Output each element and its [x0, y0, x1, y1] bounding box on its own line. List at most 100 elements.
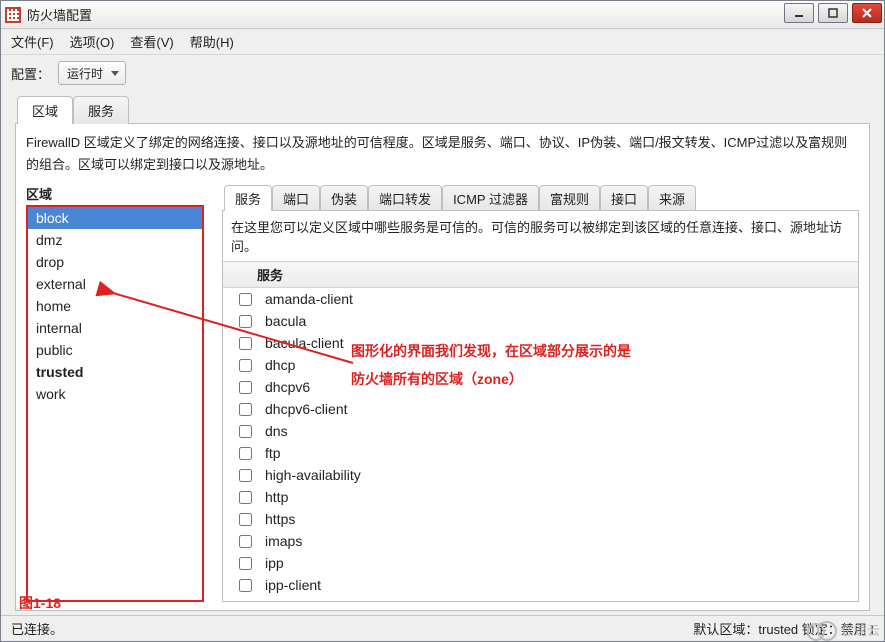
zone-item-drop[interactable]: drop [28, 251, 202, 273]
service-name: http [265, 489, 288, 505]
service-row: dhcpv6-client [223, 398, 858, 420]
cloud-icon [807, 621, 837, 639]
service-checkbox[interactable] [239, 469, 252, 482]
service-list[interactable]: amanda-client bacula bacula-client dhcp … [223, 288, 858, 601]
service-name: dns [265, 423, 288, 439]
inner-tab-masquerading[interactable]: 伪装 [320, 185, 368, 211]
inner-tab-services[interactable]: 服务 [224, 185, 272, 211]
service-row: ipsec [223, 596, 858, 601]
service-row: imaps [223, 530, 858, 552]
service-name: bacula [265, 313, 306, 329]
watermark-text: 亿速云 [841, 620, 880, 639]
service-name: ipp [265, 555, 284, 571]
service-name: dhcp [265, 357, 295, 373]
service-name: amanda-client [265, 291, 353, 307]
firewall-app-icon [5, 7, 21, 23]
service-row: amanda-client [223, 288, 858, 310]
panel-body: 区域 block dmz drop external home internal… [16, 184, 869, 610]
service-checkbox[interactable] [239, 535, 252, 548]
inner-tab-ports[interactable]: 端口 [272, 185, 320, 211]
inner-tab-port-forwarding[interactable]: 端口转发 [368, 185, 442, 211]
service-name: https [265, 511, 295, 527]
config-row: 配置： 运行时 [1, 55, 884, 87]
detail-column: 服务 端口 伪装 端口转发 ICMP 过滤器 富规则 接口 来源 在这里您可以定… [222, 184, 859, 602]
service-name: ipsec [265, 599, 298, 601]
window-frame: 防火墙配置 文件(F) 选项(O) 查看(V) 帮助(H) 配置： 运行时 区域 [0, 0, 885, 642]
service-row: bacula [223, 310, 858, 332]
main-panel: FirewallD 区域定义了绑定的网络连接、接口以及源地址的可信程度。区域是服… [15, 123, 870, 611]
service-checkbox[interactable] [239, 425, 252, 438]
service-header: 服务 [223, 261, 858, 288]
zone-heading: 区域 [26, 184, 204, 203]
service-row: http [223, 486, 858, 508]
service-row: high-availability [223, 464, 858, 486]
service-checkbox[interactable] [239, 315, 252, 328]
service-row: dns [223, 420, 858, 442]
zone-item-home[interactable]: home [28, 295, 202, 317]
service-checkbox[interactable] [239, 337, 252, 350]
window-controls [784, 3, 882, 23]
service-name: imaps [265, 533, 302, 549]
zone-item-dmz[interactable]: dmz [28, 229, 202, 251]
service-checkbox[interactable] [239, 381, 252, 394]
zone-item-external[interactable]: external [28, 273, 202, 295]
status-left: 已连接。 [11, 619, 63, 638]
service-row: ipp-client [223, 574, 858, 596]
service-checkbox[interactable] [239, 447, 252, 460]
zone-item-block[interactable]: block [28, 207, 202, 229]
service-row: ftp [223, 442, 858, 464]
tab-services[interactable]: 服务 [73, 96, 129, 124]
config-label: 配置： [11, 64, 50, 83]
statusbar: 已连接。 默认区域：trusted 锁定：禁用 I [1, 615, 884, 641]
service-row: ipp [223, 552, 858, 574]
service-row: dhcpv6 [223, 376, 858, 398]
titlebar: 防火墙配置 [1, 1, 884, 29]
service-name: high-availability [265, 467, 361, 483]
service-checkbox[interactable] [239, 491, 252, 504]
service-checkbox[interactable] [239, 557, 252, 570]
service-checkbox[interactable] [239, 513, 252, 526]
service-checkbox[interactable] [239, 359, 252, 372]
service-name: ftp [265, 445, 281, 461]
inner-tab-sources[interactable]: 来源 [648, 185, 696, 211]
window-title: 防火墙配置 [27, 5, 92, 24]
inner-tabs: 服务 端口 伪装 端口转发 ICMP 过滤器 富规则 接口 来源 [224, 184, 859, 210]
config-value: 运行时 [67, 65, 103, 82]
maximize-button[interactable] [818, 3, 848, 23]
minimize-button[interactable] [784, 3, 814, 23]
zone-description: FirewallD 区域定义了绑定的网络连接、接口以及源地址的可信程度。区域是服… [16, 124, 869, 184]
service-column-label: 服务 [257, 265, 283, 284]
service-checkbox[interactable] [239, 293, 252, 306]
service-row: bacula-client [223, 332, 858, 354]
service-row: https [223, 508, 858, 530]
service-name: ipp-client [265, 577, 321, 593]
zone-item-internal[interactable]: internal [28, 317, 202, 339]
config-dropdown[interactable]: 运行时 [58, 61, 126, 85]
zone-item-trusted[interactable]: trusted [28, 361, 202, 383]
service-row: dhcp [223, 354, 858, 376]
figure-label: 图1-18 [19, 593, 61, 613]
service-checkbox[interactable] [239, 579, 252, 592]
menu-help[interactable]: 帮助(H) [190, 32, 234, 51]
menu-options[interactable]: 选项(O) [70, 32, 115, 51]
zone-list[interactable]: block dmz drop external home internal pu… [26, 205, 204, 602]
service-checkbox[interactable] [239, 403, 252, 416]
tab-services-label: 服务 [88, 104, 114, 119]
inner-tab-icmp[interactable]: ICMP 过滤器 [442, 185, 539, 211]
inner-tab-rich-rules[interactable]: 富规则 [539, 185, 600, 211]
service-name: dhcpv6 [265, 379, 310, 395]
service-name: dhcpv6-client [265, 401, 348, 417]
close-button[interactable] [852, 3, 882, 23]
menubar: 文件(F) 选项(O) 查看(V) 帮助(H) [1, 29, 884, 55]
tab-zones-label: 区域 [32, 104, 58, 119]
inner-panel: 在这里您可以定义区域中哪些服务是可信的。可信的服务可以被绑定到该区域的任意连接、… [222, 210, 859, 602]
zone-item-work[interactable]: work [28, 383, 202, 405]
tab-zones[interactable]: 区域 [17, 96, 73, 124]
menu-file[interactable]: 文件(F) [11, 32, 54, 51]
zone-column: 区域 block dmz drop external home internal… [26, 184, 204, 602]
inner-tab-interfaces[interactable]: 接口 [600, 185, 648, 211]
service-name: bacula-client [265, 335, 344, 351]
menu-view[interactable]: 查看(V) [130, 32, 173, 51]
zone-item-public[interactable]: public [28, 339, 202, 361]
main-tabs: 区域 服务 [17, 95, 884, 123]
